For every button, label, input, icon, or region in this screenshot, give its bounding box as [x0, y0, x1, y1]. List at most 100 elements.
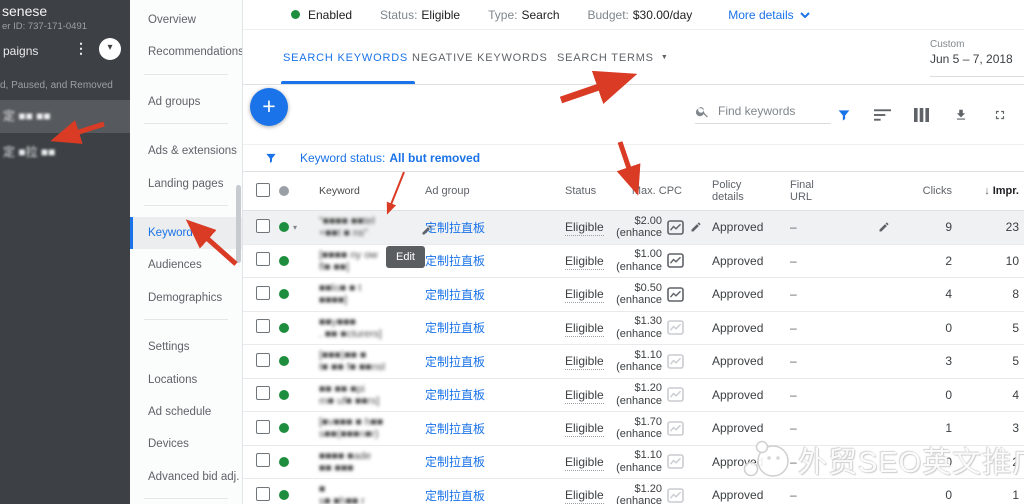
ad-group-link[interactable]: 定制拉直板: [425, 219, 535, 236]
edit-policy-icon[interactable]: [690, 221, 702, 236]
sidebar-item-ad-groups[interactable]: Ad groups: [130, 86, 242, 118]
filter-icon: [264, 151, 278, 165]
status-cell: Eligible: [535, 455, 615, 469]
col-header-status[interactable]: Status: [535, 185, 615, 197]
status-cell: Eligible: [535, 220, 615, 234]
col-header-keyword[interactable]: Keyword: [307, 185, 425, 197]
nav-divider: [130, 123, 242, 135]
col-header-final-url[interactable]: Final URL: [774, 179, 834, 203]
ad-group-link[interactable]: 定制拉直板: [425, 453, 535, 470]
sidebar-item-keywords[interactable]: Keywords: [130, 217, 242, 249]
bid-chart-icon[interactable]: [662, 287, 688, 302]
keyword-cell[interactable]: ■■ ■■ ■pim■ uf■ ■■rs]: [307, 383, 425, 407]
clicks-cell: 3: [834, 354, 952, 368]
select-all-checkbox[interactable]: [243, 183, 273, 200]
row-checkbox[interactable]: [243, 353, 273, 370]
ad-group-link[interactable]: 定制拉直板: [425, 286, 535, 303]
final-url-cell: –: [774, 354, 834, 368]
tab-search-keywords[interactable]: SEARCH KEYWORDS: [283, 30, 408, 85]
ad-group-link[interactable]: 定制拉直板: [425, 420, 535, 437]
campaign-state-label[interactable]: Enabled: [308, 8, 352, 22]
sidebar-item-audiences[interactable]: Audiences: [130, 249, 242, 281]
ad-group-link[interactable]: 定制拉直板: [425, 386, 535, 403]
tab-negative-keywords[interactable]: NEGATIVE KEYWORDS: [412, 30, 548, 85]
sidebar-item-ads-extensions[interactable]: Ads & extensions: [130, 135, 242, 167]
sidebar-item-recommendations[interactable]: Recommendations: [130, 36, 242, 68]
bid-chart-icon[interactable]: [662, 253, 688, 268]
edit-keyword-icon[interactable]: [421, 224, 433, 239]
search-input[interactable]: Find keywords: [695, 99, 831, 124]
row-checkbox[interactable]: [243, 386, 273, 403]
keyword-cell[interactable]: ■s■ ■h■■ r: [307, 483, 425, 504]
final-url-cell: –: [774, 220, 834, 234]
more-details-link[interactable]: More details: [728, 8, 809, 22]
impressions-cell: 1: [952, 488, 1024, 502]
clicks-cell: 4: [834, 287, 952, 301]
sidebar-item-settings[interactable]: Settings: [130, 331, 242, 363]
applied-filter-bar[interactable]: Keyword status: All but removed: [243, 145, 1024, 172]
ad-group-link[interactable]: 定制拉直板: [425, 319, 535, 336]
subnav-list: OverviewRecommendations Ad groups Ads & ex…: [130, 4, 242, 504]
kebab-menu-icon[interactable]: ⋮: [74, 39, 88, 57]
final-url-cell: –: [774, 421, 834, 435]
col-header-impressions[interactable]: ↓Impr.: [952, 185, 1024, 197]
expand-icon[interactable]: [991, 106, 1008, 123]
subnav-scrollbar[interactable]: [236, 185, 241, 263]
tab-search-terms[interactable]: SEARCH TERMS ▼: [557, 30, 669, 85]
keyword-status-dot[interactable]: ▾: [273, 222, 307, 232]
campaign-item[interactable]: 定 ■■ ■■: [0, 100, 130, 133]
col-header-policy-details[interactable]: Policy details: [688, 179, 774, 203]
keyword-cell[interactable]: "■■■■ ■■tel+■■t ■ ns": [307, 215, 425, 239]
col-header-clicks[interactable]: Clicks: [834, 185, 952, 197]
col-header-max-cpc[interactable]: Max. CPC: [615, 185, 688, 197]
date-range-picker[interactable]: Custom Jun 5 – 7, 2018: [930, 39, 1018, 66]
max-cpc-cell: $1.00(enhance: [615, 248, 662, 273]
bid-chart-icon[interactable]: [662, 488, 688, 503]
bid-chart-icon[interactable]: [662, 387, 688, 402]
download-icon[interactable]: [952, 106, 969, 123]
sidebar-item-locations[interactable]: Locations: [130, 364, 242, 396]
collapse-sidebar-button[interactable]: ▾: [99, 38, 121, 60]
row-checkbox[interactable]: [243, 252, 273, 269]
bid-chart-icon[interactable]: [662, 454, 688, 469]
status-cell: Eligible: [535, 354, 615, 368]
clicks-cell: 9: [834, 220, 952, 234]
table-row: ▾"■■■■ ■■tel+■■t ■ ns"定制拉直板Eligible$2.00…: [243, 211, 1024, 245]
row-checkbox[interactable]: [243, 453, 273, 470]
sidebar-item-advanced-bid-adj-[interactable]: Advanced bid adj.: [130, 461, 242, 493]
sidebar-item-landing-pages[interactable]: Landing pages: [130, 168, 242, 200]
columns-icon[interactable]: [913, 106, 930, 123]
bid-chart-icon[interactable]: [662, 421, 688, 436]
keyword-cell[interactable]: [■■■)■■ ■t■ ■■ f■ ■■nsl: [307, 349, 425, 373]
sidebar-item-devices[interactable]: Devices: [130, 428, 242, 460]
row-checkbox[interactable]: [243, 286, 273, 303]
ad-group-link[interactable]: 定制拉直板: [425, 487, 535, 504]
row-checkbox[interactable]: [243, 319, 273, 336]
bid-chart-icon[interactable]: [662, 320, 688, 335]
row-checkbox[interactable]: [243, 420, 273, 437]
sidebar-item-demographics[interactable]: Demographics: [130, 282, 242, 314]
keyword-cell[interactable]: [■v■■■ ■ h■■s■■(■■■n■r): [307, 416, 425, 440]
sidebar-item-overview[interactable]: Overview: [130, 4, 242, 36]
col-header-ad-group[interactable]: Ad group: [425, 185, 535, 197]
ad-group-link[interactable]: 定制拉直板: [425, 353, 535, 370]
keyword-cell[interactable]: ■■y■■■. ■■ ■cturers]: [307, 316, 425, 340]
ad-group-link[interactable]: 定制拉直板: [425, 252, 535, 269]
row-checkbox[interactable]: [243, 219, 273, 236]
bid-chart-icon[interactable]: [662, 354, 688, 369]
sidebar-item-ad-schedule[interactable]: Ad schedule: [130, 396, 242, 428]
chevron-down-icon[interactable]: ▾: [293, 223, 297, 232]
table-toolbar: + Find keywords: [243, 85, 1024, 145]
edit-final-url-icon[interactable]: [878, 221, 890, 236]
main-content: Enabled Status: Eligible Type: Search Bu…: [243, 0, 1024, 504]
add-keyword-button[interactable]: +: [250, 88, 288, 126]
keyword-cell[interactable]: ■■■■ ■ade■■ ■■■: [307, 450, 425, 474]
filter-icon[interactable]: [835, 106, 852, 123]
campaign-item[interactable]: 定 ■拉 ■■: [0, 136, 130, 169]
policy-cell: Approved: [688, 254, 774, 268]
bid-chart-icon[interactable]: [662, 220, 688, 235]
keyword-cell[interactable]: ■■lo■ ■ t■■■■]: [307, 282, 425, 306]
segment-icon[interactable]: [874, 106, 891, 123]
max-cpc-cell: $1.20(enhance: [615, 483, 662, 504]
row-checkbox[interactable]: [243, 487, 273, 504]
